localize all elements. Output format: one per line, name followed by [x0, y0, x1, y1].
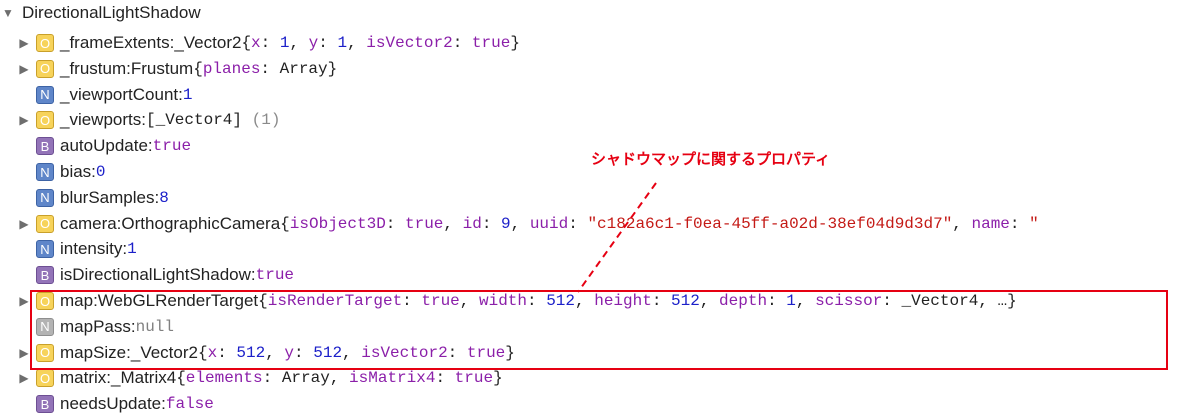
annotation-leader-line [577, 182, 657, 293]
annotation-label: シャドウマップに関するプロパティ [591, 150, 831, 168]
